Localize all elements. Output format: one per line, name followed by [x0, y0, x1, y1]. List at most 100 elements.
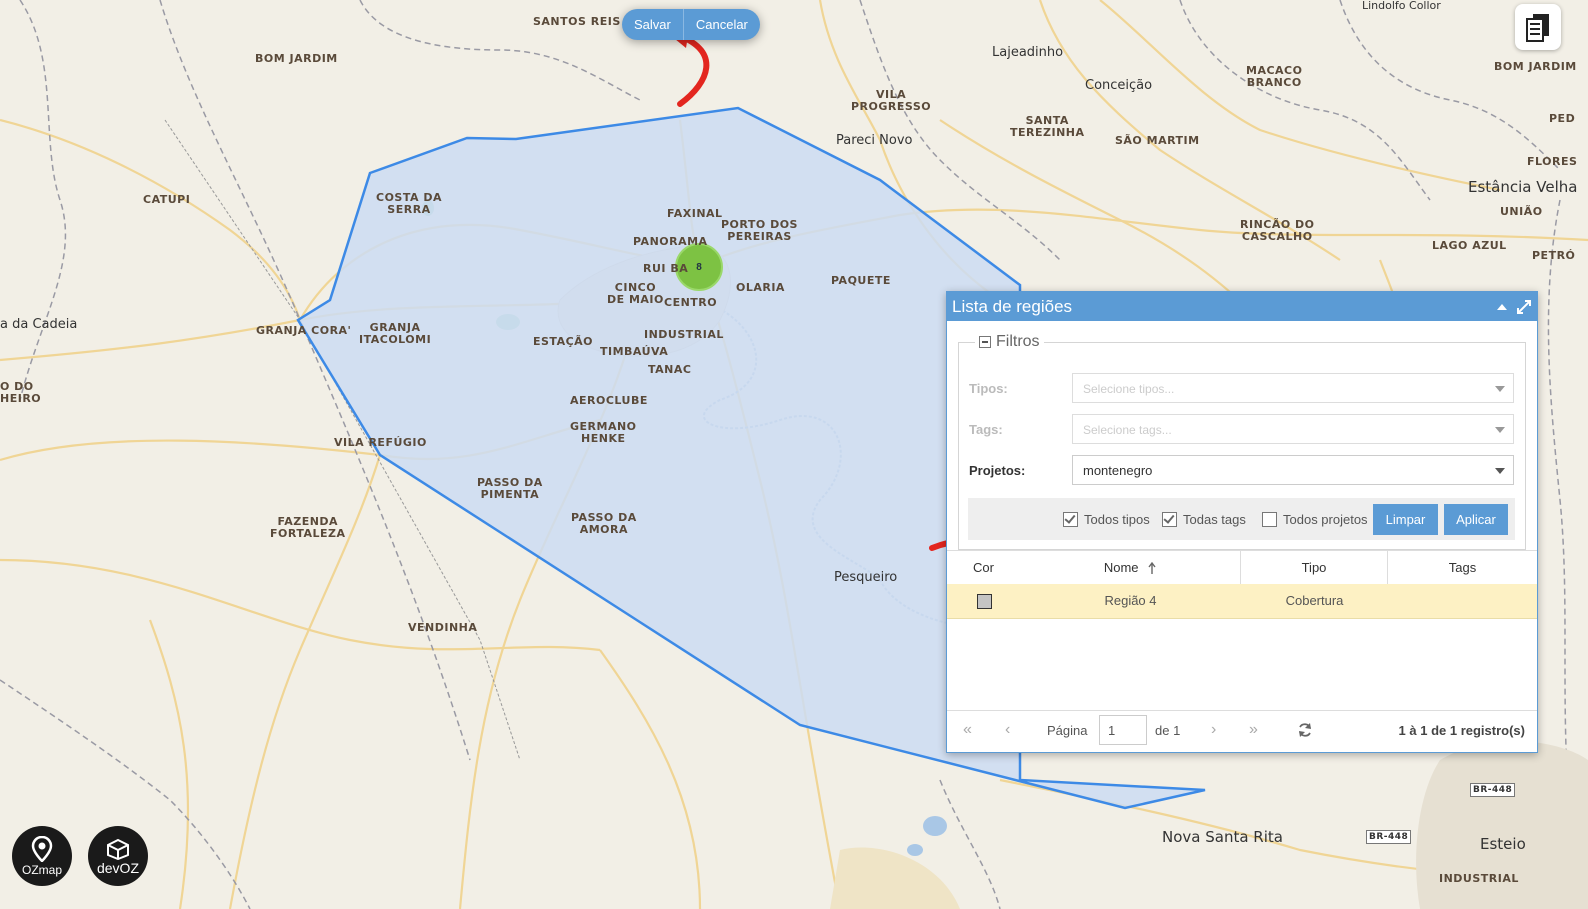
all-types-label: Todos tipos: [1084, 512, 1150, 527]
map-label: BOM JARDIM: [1494, 60, 1577, 73]
all-tags-checkbox[interactable]: Todas tags: [1162, 512, 1246, 527]
map-label: TIMBAÚVA: [600, 345, 669, 358]
layers-button[interactable]: [1515, 4, 1561, 50]
highway-shield: BR-448: [1470, 783, 1516, 797]
save-button[interactable]: Salvar: [622, 9, 683, 40]
column-header-name-label: Nome: [1103, 560, 1139, 575]
page-number-input[interactable]: [1099, 715, 1147, 745]
map-label: MACACO BRANCO: [1246, 64, 1303, 89]
map-label: CATUPI: [143, 193, 191, 206]
map-label: INDUSTRIAL: [644, 328, 724, 341]
map-label: RUI BA: [643, 262, 689, 275]
cell-type: Cobertura: [1285, 593, 1344, 608]
all-types-checkbox[interactable]: Todos tipos: [1063, 512, 1150, 527]
tags-placeholder: Selecione tags...: [1083, 423, 1172, 437]
all-tags-label: Todas tags: [1183, 512, 1246, 527]
dialog-title: Lista de regiões: [952, 297, 1073, 316]
map-label: TANAC: [648, 363, 692, 376]
grid-header: Cor Nome Tipo Tags: [947, 550, 1537, 585]
map-label: SÃO MARTIM: [1115, 134, 1200, 147]
copy-pages-icon: [1526, 14, 1549, 42]
tags-filter-row: Tags: Selecione tags...: [959, 414, 1525, 446]
ozmap-logo[interactable]: OZmap: [12, 826, 72, 886]
map-label: Pesqueiro: [834, 570, 898, 585]
map-label: INDUSTRIAL: [1439, 872, 1519, 885]
filter-options-bar: Todos tipos Todas tags Todos projetos Li…: [968, 498, 1515, 540]
projects-value: montenegro: [1083, 463, 1153, 478]
map-label: VENDINHA: [408, 621, 478, 634]
map-label: LAGO AZUL: [1432, 239, 1507, 252]
map-label: VILA REFÚGIO: [334, 436, 427, 449]
tags-select[interactable]: Selecione tags...: [1072, 414, 1514, 444]
minus-icon[interactable]: [979, 336, 991, 348]
map-label: OLARIA: [736, 281, 785, 294]
apply-button[interactable]: Aplicar: [1444, 504, 1508, 535]
refresh-icon[interactable]: [1297, 722, 1313, 738]
edit-toolbar: Salvar Cancelar: [622, 9, 760, 40]
devoz-logo-text: devOZ: [96, 860, 139, 876]
cell-name: Região 4: [1104, 593, 1157, 608]
page-of-label: de 1: [1155, 723, 1181, 738]
map-label: PED: [1549, 112, 1576, 125]
all-projects-checkbox[interactable]: Todos projetos: [1262, 512, 1368, 527]
map-label: ESTAÇÃO: [533, 335, 594, 348]
ozmap-logo-text: OZmap: [21, 863, 62, 877]
map-label: Estância Velha: [1468, 178, 1578, 196]
map-label: PANORAMA: [633, 235, 708, 248]
types-label: Tipos:: [969, 381, 1008, 396]
map-label: Conceição: [1085, 78, 1153, 93]
tags-label: Tags:: [969, 422, 1003, 437]
column-header-name[interactable]: Nome: [1020, 551, 1241, 584]
all-projects-label: Todos projetos: [1283, 512, 1368, 527]
chevron-down-icon: [1495, 468, 1505, 474]
projects-select[interactable]: montenegro: [1072, 455, 1514, 485]
page-label: Página: [1047, 723, 1088, 738]
clear-button[interactable]: Limpar: [1373, 504, 1438, 535]
column-header-type[interactable]: Tipo: [1241, 551, 1388, 584]
map-label: Nova Santa Rita: [1162, 828, 1283, 846]
map-label: GERMANO HENKE: [570, 420, 637, 445]
map-label: FAZENDA FORTALEZA: [270, 515, 346, 540]
map-label: GRANJA CORA': [256, 324, 352, 337]
cancel-button[interactable]: Cancelar: [684, 9, 760, 40]
first-page-icon[interactable]: «: [963, 721, 972, 739]
expand-icon[interactable]: [1517, 299, 1531, 314]
pager: « ‹ Página de 1 › » 1 à 1 de 1 registro(…: [947, 710, 1537, 751]
map-label: CENTRO: [664, 296, 718, 309]
map-label: GRANJA ITACOLOMI: [359, 321, 432, 346]
types-select[interactable]: Selecione tipos...: [1072, 373, 1514, 403]
prev-page-icon[interactable]: ‹: [1005, 721, 1010, 739]
region-list-dialog: Lista de regiões Filtros Tipos: Selecion…: [946, 291, 1538, 753]
types-placeholder: Selecione tipos...: [1083, 382, 1175, 396]
column-header-color[interactable]: Cor: [947, 551, 1020, 584]
next-page-icon[interactable]: ›: [1211, 721, 1216, 739]
devoz-logo[interactable]: devOZ: [88, 826, 148, 886]
checkbox-checked-icon: [1162, 512, 1177, 527]
map-pin-icon: [31, 836, 53, 862]
map-label: Pareci Novo: [836, 133, 913, 148]
records-summary: 1 à 1 de 1 registro(s): [1398, 723, 1525, 738]
map-label: O DO HEIRO: [0, 380, 42, 405]
filters-legend[interactable]: Filtros: [975, 333, 1044, 351]
map-label: FLORES: [1527, 155, 1578, 168]
cell-tags: [1388, 584, 1537, 618]
color-swatch: [977, 594, 992, 609]
last-page-icon[interactable]: »: [1249, 721, 1258, 739]
map-label: PAQUETE: [831, 274, 891, 287]
projects-filter-row: Projetos: montenegro: [959, 455, 1525, 487]
filters-legend-label: Filtros: [996, 333, 1040, 350]
map-label: UNIÃO: [1500, 205, 1543, 218]
chevron-down-icon: [1495, 386, 1505, 392]
map-label: COSTA DA SERRA: [376, 191, 442, 216]
highway-shield: BR-448: [1366, 830, 1412, 844]
map-label: RINCÃO DO CASCALHO: [1240, 218, 1315, 243]
dialog-header[interactable]: Lista de regiões: [947, 292, 1537, 321]
column-header-tags[interactable]: Tags: [1388, 551, 1537, 584]
filters-fieldset: Filtros Tipos: Selecione tipos... Tags: …: [958, 333, 1526, 550]
map-label: PASSO DA PIMENTA: [477, 476, 543, 501]
map-label: a da Cadeia: [0, 317, 78, 332]
table-row[interactable]: Região 4 Cobertura: [947, 584, 1537, 619]
collapse-icon[interactable]: [1497, 303, 1507, 311]
map-label: PASSO DA AMORA: [571, 511, 637, 536]
map-label: SANTOS REIS: [533, 15, 621, 28]
